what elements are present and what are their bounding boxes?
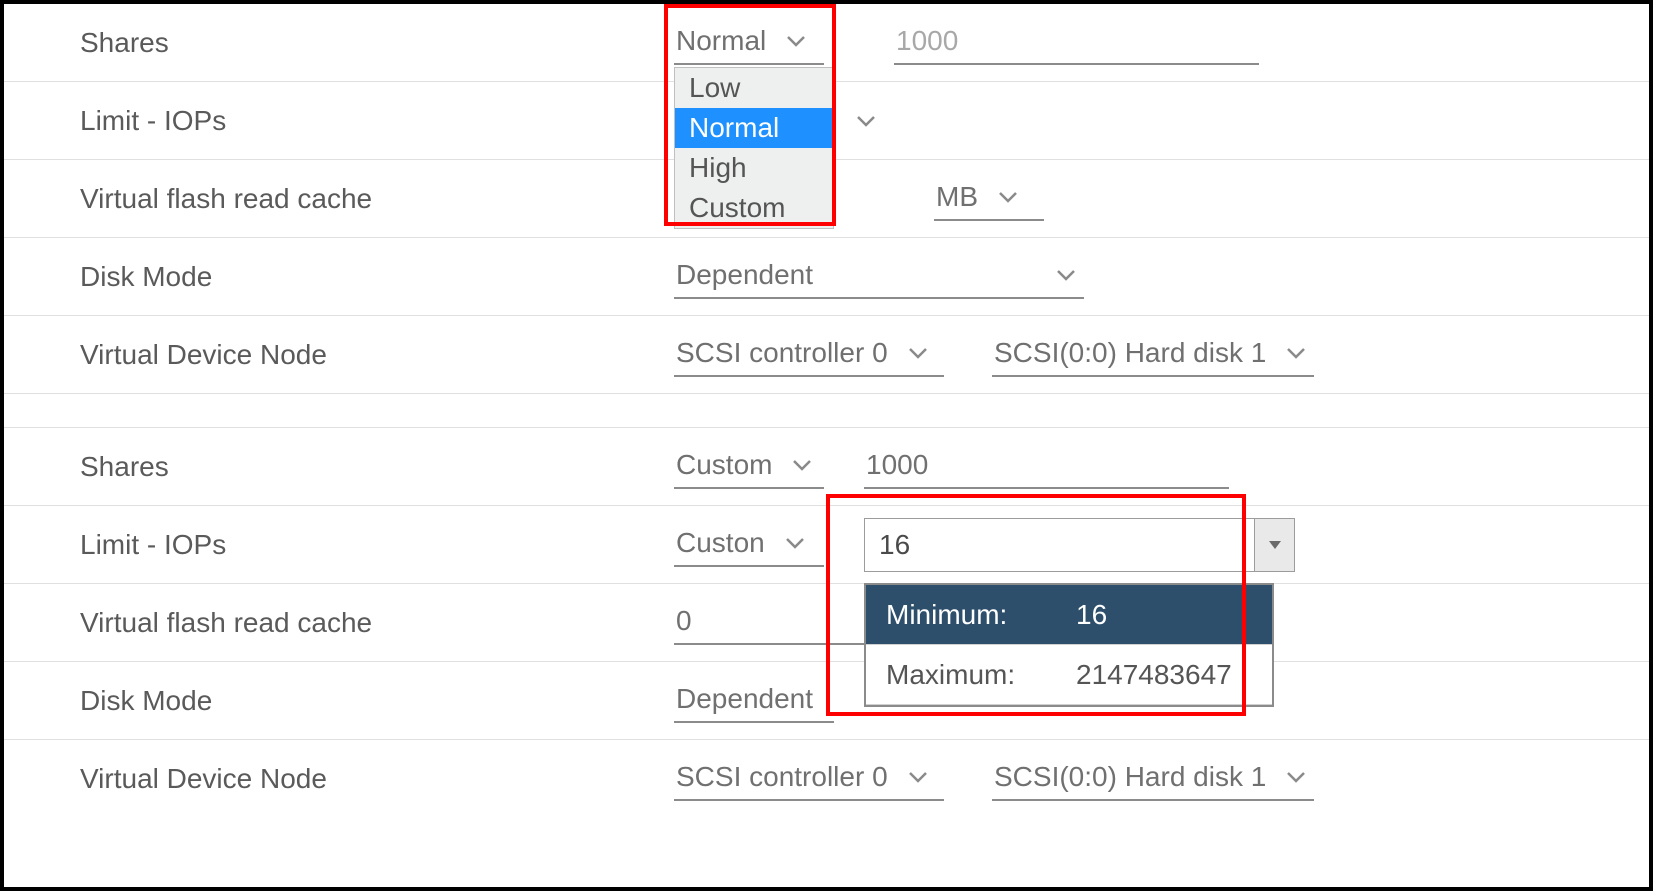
- chevron-down-icon: [1284, 765, 1308, 789]
- disk-mode-select-2[interactable]: Dependent: [674, 679, 834, 723]
- row-shares-2: Shares Custom: [4, 428, 1649, 506]
- shares-value-input-2[interactable]: [864, 445, 1229, 489]
- shares-select-wrap: Normal Low Normal High Custom: [674, 21, 824, 65]
- disk-mode-value: Dependent: [676, 259, 1036, 291]
- range-max-row: Maximum: 2147483647: [866, 645, 1272, 705]
- vdn-controller-value: SCSI controller 0: [676, 337, 888, 369]
- spinbox-step-button[interactable]: [1254, 519, 1294, 571]
- shares-value-input[interactable]: [894, 21, 1259, 65]
- shares-option-custom[interactable]: Custom: [675, 188, 833, 228]
- shares-option-low[interactable]: Low: [675, 68, 833, 108]
- range-min-value: 16: [1076, 599, 1252, 631]
- vdn-disk-value-2: SCSI(0:0) Hard disk 1: [994, 761, 1266, 793]
- chevron-down-icon: [1284, 341, 1308, 365]
- limit-type-value: Custon: [676, 527, 765, 559]
- label-shares-2: Shares: [80, 451, 674, 483]
- chevron-down-icon: [1054, 263, 1078, 287]
- shares-option-normal[interactable]: Normal: [675, 108, 833, 148]
- limit-value-input[interactable]: [865, 519, 1254, 571]
- label-vfrc: Virtual flash read cache: [80, 183, 674, 215]
- row-disk-mode-2: Disk Mode Dependent: [4, 662, 1649, 740]
- label-disk-mode: Disk Mode: [80, 261, 674, 293]
- label-vdn-2: Virtual Device Node: [80, 763, 674, 795]
- label-shares: Shares: [80, 27, 674, 59]
- chevron-down-icon: [784, 29, 808, 53]
- section-divider: [4, 394, 1649, 428]
- label-vdn: Virtual Device Node: [80, 339, 674, 371]
- row-disk-mode: Disk Mode Dependent: [4, 238, 1649, 316]
- shares-select-value-2: Custom: [676, 449, 772, 481]
- row-vdn: Virtual Device Node SCSI controller 0 SC…: [4, 316, 1649, 394]
- controls-shares: Normal Low Normal High Custom: [674, 21, 1649, 65]
- shares-option-high[interactable]: High: [675, 148, 833, 188]
- row-limit-iops-2: Limit - IOPs Custon Minimum: 16 Maximum:: [4, 506, 1649, 584]
- vdn-disk-value: SCSI(0:0) Hard disk 1: [994, 337, 1266, 369]
- disk-mode-value-2: Dependent: [676, 683, 813, 715]
- range-min-label: Minimum:: [886, 599, 1076, 631]
- disk-mode-select[interactable]: Dependent: [674, 255, 1084, 299]
- limit-value-spinbox: [864, 518, 1295, 572]
- vfrc-unit-value: MB: [936, 181, 978, 213]
- controls-vdn: SCSI controller 0 SCSI(0:0) Hard disk 1: [674, 333, 1649, 377]
- shares-select-2[interactable]: Custom: [674, 445, 824, 489]
- row-shares: Shares Normal Low Normal High Custom: [4, 4, 1649, 82]
- label-disk-mode-2: Disk Mode: [80, 685, 674, 717]
- range-max-label: Maximum:: [886, 659, 1076, 691]
- chevron-down-icon: [854, 109, 878, 133]
- caret-down-icon: [1267, 537, 1283, 553]
- controls-vdn-2: SCSI controller 0 SCSI(0:0) Hard disk 1: [674, 757, 1649, 801]
- shares-dropdown-list: Low Normal High Custom: [674, 67, 834, 229]
- shares-select-value: Normal: [676, 25, 766, 57]
- chevron-down-icon: [906, 765, 930, 789]
- vdn-disk-select[interactable]: SCSI(0:0) Hard disk 1: [992, 333, 1314, 377]
- shares-select[interactable]: Normal: [674, 21, 824, 65]
- range-max-value: 2147483647: [1076, 659, 1252, 691]
- chevron-down-icon: [906, 341, 930, 365]
- row-vfrc-2: Virtual flash read cache: [4, 584, 1649, 662]
- range-min-row: Minimum: 16: [866, 585, 1272, 645]
- vdn-controller-select[interactable]: SCSI controller 0: [674, 333, 944, 377]
- controls-disk-mode: Dependent: [674, 255, 1649, 299]
- vdn-disk-select-2[interactable]: SCSI(0:0) Hard disk 1: [992, 757, 1314, 801]
- chevron-down-icon: [790, 453, 814, 477]
- vm-disk-settings-panel: Shares Normal Low Normal High Custom Lim…: [0, 0, 1653, 891]
- controls-limit-iops-2: Custon Minimum: 16 Maximum: 2147483647: [674, 518, 1649, 572]
- row-vdn-2: Virtual Device Node SCSI controller 0 SC…: [4, 740, 1649, 818]
- chevron-down-icon: [996, 185, 1020, 209]
- vfrc-unit-select[interactable]: MB: [934, 177, 1044, 221]
- limit-type-select[interactable]: Custon: [674, 523, 824, 567]
- chevron-down-icon: [783, 531, 807, 555]
- controls-shares-2: Custom: [674, 445, 1649, 489]
- label-limit-iops: Limit - IOPs: [80, 105, 674, 137]
- label-vfrc-2: Virtual flash read cache: [80, 607, 674, 639]
- vdn-controller-value-2: SCSI controller 0: [676, 761, 888, 793]
- vdn-controller-select-2[interactable]: SCSI controller 0: [674, 757, 944, 801]
- label-limit-iops-2: Limit - IOPs: [80, 529, 674, 561]
- limit-range-panel: Minimum: 16 Maximum: 2147483647: [864, 583, 1274, 707]
